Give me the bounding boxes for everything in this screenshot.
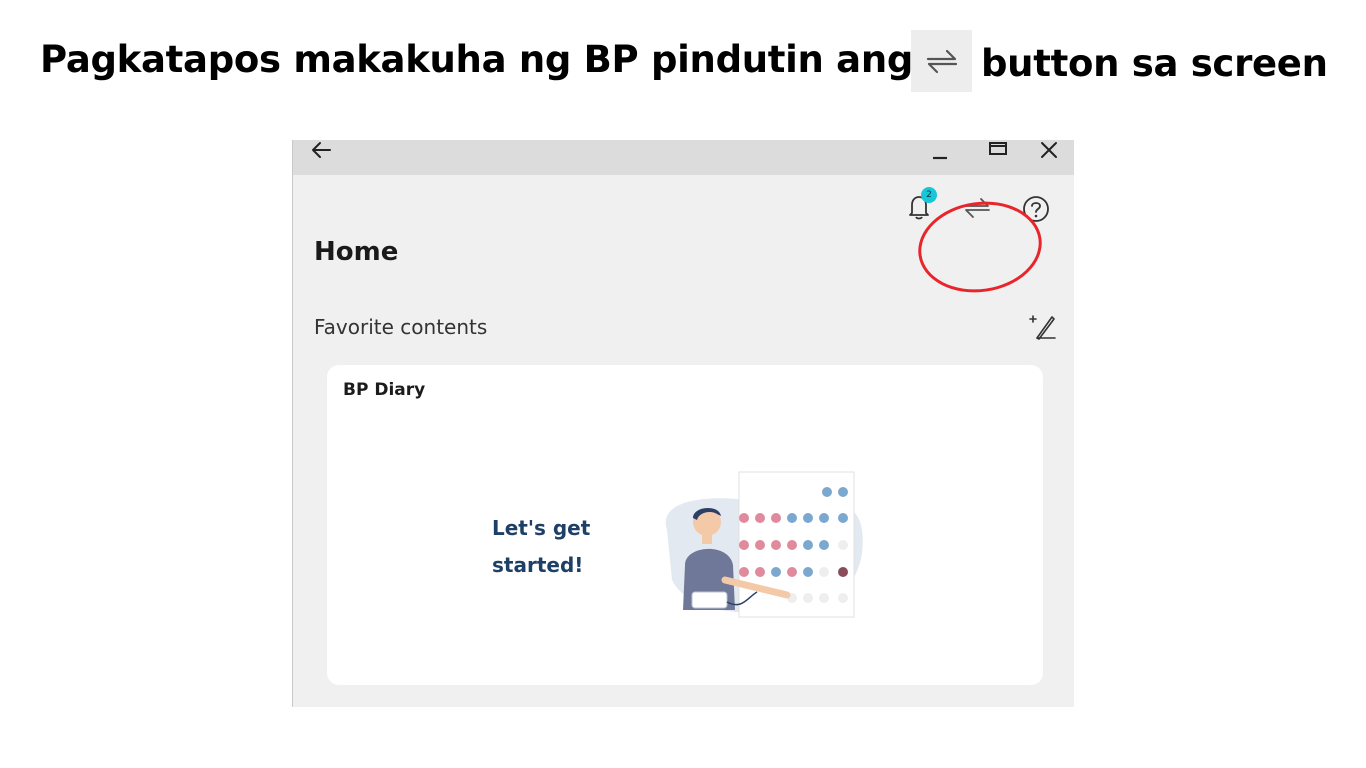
- sync-arrows-icon: [911, 30, 972, 92]
- card-message-line-2: started!: [492, 553, 584, 577]
- card-title: BP Diary: [343, 380, 426, 400]
- close-icon[interactable]: [1037, 140, 1061, 160]
- page-title: Home: [314, 237, 399, 267]
- edit-favorites-icon[interactable]: [1027, 311, 1057, 341]
- instruction-text-end: button sa screen: [981, 42, 1328, 85]
- notification-badge: 2: [921, 187, 937, 203]
- card-message: Let's get started!: [492, 510, 632, 584]
- notifications-button[interactable]: 2: [906, 187, 937, 223]
- home-content: 2 Home Favorite contents BP Diary Let's …: [293, 175, 1074, 707]
- app-window: 2 Home Favorite contents BP Diary Let's …: [292, 140, 1074, 707]
- bp-diary-card[interactable]: BP Diary Let's get started!: [327, 365, 1043, 685]
- instruction-heading: Pagkatapos makakuha ng BP pindutin ang b…: [0, 30, 1366, 100]
- instruction-text-start: Pagkatapos makakuha ng BP pindutin ang: [40, 38, 914, 81]
- card-message-line-1: Let's get: [492, 516, 591, 540]
- minimize-icon[interactable]: [929, 144, 951, 164]
- maximize-icon[interactable]: [987, 140, 1009, 160]
- window-titlebar: [293, 140, 1074, 175]
- arrow-left-icon[interactable]: [309, 140, 333, 160]
- bp-diary-illustration: [647, 470, 867, 620]
- favorite-contents-label: Favorite contents: [314, 315, 488, 339]
